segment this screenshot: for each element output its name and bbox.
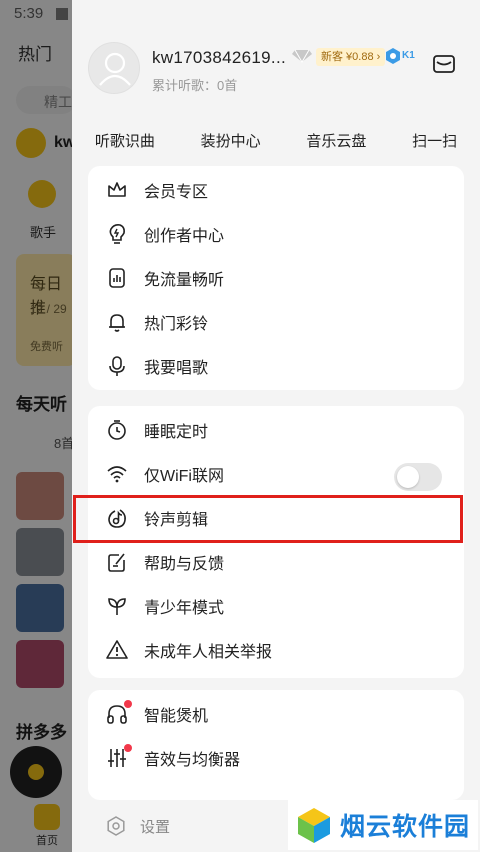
user-avatar[interactable] bbox=[88, 42, 140, 94]
menu-card-services: 会员专区 创作者中心 免流量畅听 热门彩铃 我要唱歌 bbox=[88, 166, 464, 390]
username[interactable]: kw1703842619... bbox=[152, 48, 286, 68]
menu-item-creator-center[interactable]: 创作者中心 bbox=[88, 212, 464, 256]
menu-item-hot-ringtone[interactable]: 热门彩铃 bbox=[88, 300, 464, 344]
menu-item-vip-zone[interactable]: 会员专区 bbox=[88, 168, 464, 212]
watermark: 烟云软件园 bbox=[288, 800, 478, 850]
microphone-icon bbox=[109, 356, 125, 376]
status-time: 5:39 bbox=[14, 5, 44, 22]
level-label: K1 bbox=[402, 50, 415, 61]
toggle-knob bbox=[397, 466, 419, 488]
timer-icon bbox=[108, 420, 126, 440]
quick-action-scan[interactable]: 扫一扫 bbox=[412, 130, 457, 151]
quick-actions-row: 听歌识曲 装扮中心 音乐云盘 扫一扫 bbox=[72, 118, 480, 162]
new-badge-dot bbox=[124, 744, 132, 752]
menu-item-smart-burnin[interactable]: 智能煲机 bbox=[88, 692, 464, 736]
menu-item-karaoke[interactable]: 我要唱歌 bbox=[88, 344, 464, 388]
wifi-icon bbox=[107, 466, 127, 483]
menu-item-label: 音效与均衡器 bbox=[144, 752, 241, 769]
menu-item-equalizer[interactable]: 音效与均衡器 bbox=[88, 736, 464, 780]
message-icon[interactable] bbox=[432, 52, 456, 76]
crown-icon bbox=[108, 182, 126, 197]
menu-item-label: 免流量畅听 bbox=[144, 272, 225, 289]
newbie-coupon-badge[interactable]: 新客 ¥0.88 › bbox=[316, 48, 386, 66]
menu-item-teen-mode[interactable]: 青少年模式 bbox=[88, 584, 464, 628]
level-badge[interactable]: K1 bbox=[386, 46, 416, 66]
quick-action-cloud-drive[interactable]: 音乐云盘 bbox=[306, 130, 366, 151]
menu-item-label: 未成年人相关举报 bbox=[144, 644, 273, 661]
menu-item-free-data[interactable]: 免流量畅听 bbox=[88, 256, 464, 300]
sprout-icon bbox=[108, 598, 126, 615]
menu-item-label: 我要唱歌 bbox=[144, 360, 209, 377]
menu-item-sleep-timer[interactable]: 睡眠定时 bbox=[88, 408, 464, 452]
menu-item-label: 创作者中心 bbox=[144, 228, 225, 245]
menu-card-audio: 智能煲机 音效与均衡器 bbox=[88, 690, 464, 800]
menu-item-label: 帮助与反馈 bbox=[144, 556, 225, 573]
settings-gear-icon bbox=[107, 816, 125, 836]
level-hexagon-icon bbox=[386, 48, 400, 64]
menu-item-minor-report[interactable]: 未成年人相关举报 bbox=[88, 628, 464, 672]
warning-icon bbox=[106, 640, 128, 659]
profile-header[interactable]: kw1703842619... 新客 ¥0.88 › K1 累计听歌：0首 bbox=[72, 28, 480, 112]
menu-item-label: 青少年模式 bbox=[144, 600, 225, 617]
listen-count: 累计听歌：0首 bbox=[152, 78, 238, 93]
feedback-icon bbox=[108, 553, 125, 572]
settings-label: 设置 bbox=[140, 818, 171, 836]
quick-action-song-recognition[interactable]: 听歌识曲 bbox=[95, 130, 155, 151]
watermark-cube-logo bbox=[298, 808, 330, 843]
vip-diamond-icon[interactable] bbox=[291, 49, 313, 63]
new-badge-dot bbox=[124, 700, 132, 708]
wifi-only-toggle[interactable] bbox=[394, 463, 442, 491]
menu-item-label: 会员专区 bbox=[144, 184, 209, 201]
menu-item-label: 智能煲机 bbox=[144, 708, 209, 725]
menu-item-help-feedback[interactable]: 帮助与反馈 bbox=[88, 540, 464, 584]
menu-item-wifi-only[interactable]: 仅WiFi联网 bbox=[88, 452, 464, 496]
highlight-annotation bbox=[73, 495, 463, 543]
quick-action-dressup-center[interactable]: 装扮中心 bbox=[201, 130, 261, 151]
side-drawer: kw1703842619... 新客 ¥0.88 › K1 累计听歌：0首 听歌… bbox=[72, 0, 480, 852]
bell-icon bbox=[109, 314, 125, 332]
watermark-text: 烟云软件园 bbox=[340, 813, 471, 841]
bulb-icon bbox=[109, 224, 125, 244]
default-avatar-icon bbox=[99, 52, 131, 86]
menu-item-label: 仅WiFi联网 bbox=[144, 468, 224, 485]
chart-phone-icon bbox=[109, 268, 125, 288]
menu-item-label: 热门彩铃 bbox=[144, 316, 209, 333]
menu-item-label: 睡眠定时 bbox=[144, 424, 209, 441]
